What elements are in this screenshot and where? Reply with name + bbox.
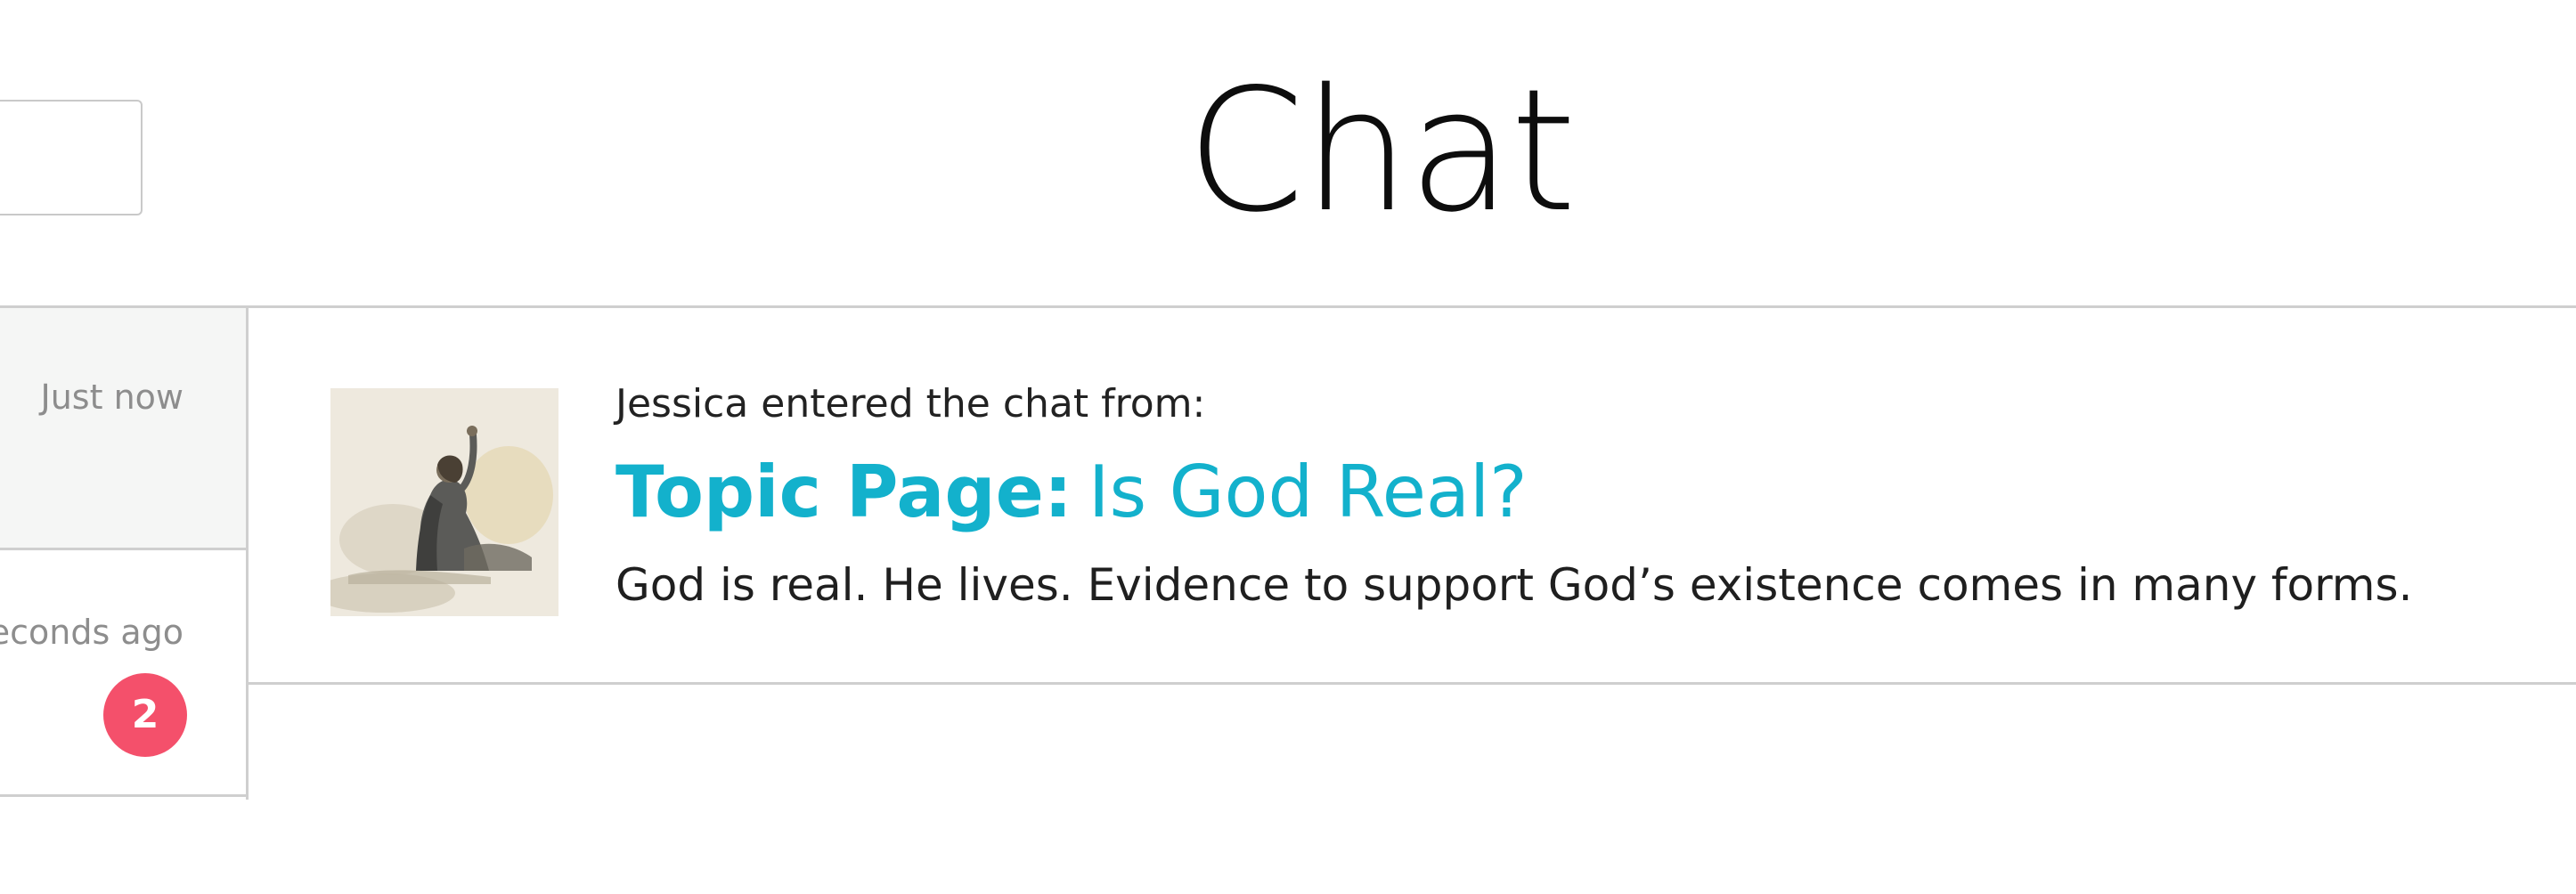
conversation-list: Just now seconds ago 2 (0, 308, 249, 800)
conversation-item[interactable]: seconds ago 2 (0, 550, 246, 797)
illustration-thumbnail-icon[interactable] (330, 388, 558, 616)
chat-entry-source-text: Jessica entered the chat from: (615, 381, 1206, 427)
conversation-timestamp: seconds ago (0, 613, 183, 652)
topic-page-link[interactable]: Topic Page: Is God Real? (615, 451, 1528, 533)
source-type-label: Topic Page: (615, 451, 1072, 533)
page-title: Chat (1186, 53, 1577, 249)
chat-message: Jessica entered the chat from: Topic Pag… (249, 308, 2576, 685)
topic-excerpt: God is real. He lives. Evidence to suppo… (615, 559, 2413, 611)
chat-page: Chat Just now seconds ago 2 (0, 0, 2576, 894)
unread-count-badge: 2 (103, 673, 187, 757)
conversation-timestamp: Just now (40, 378, 183, 417)
conversation-item-active[interactable]: Just now (0, 308, 246, 550)
topic-title: Is God Real? (1088, 451, 1528, 533)
